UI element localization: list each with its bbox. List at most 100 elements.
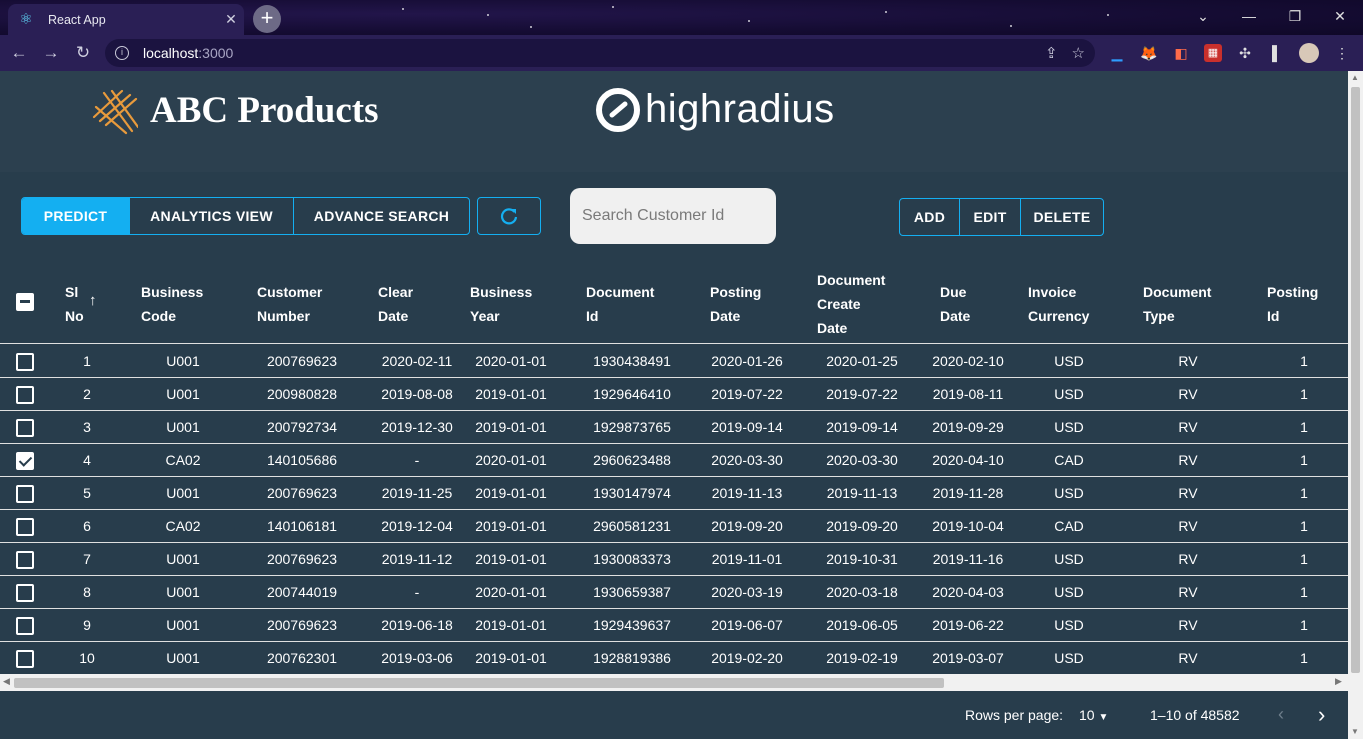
- table-row[interactable]: 6 CA02 140106181 2019-12-04 2019-01-01 296058…: [0, 510, 1348, 543]
- table-row[interactable]: 7 U001 200769623 2019-11-12 2019-01-01 193008…: [0, 543, 1348, 576]
- column-header[interactable]: Invoice Currency: [1028, 280, 1089, 328]
- row-checkbox[interactable]: [16, 617, 34, 635]
- browser-toolbar: ← → ↻ i localhost:3000 ⇪ ☆ ▁ 🦊 ◧ ▦ ✣ ▌ ⋮: [0, 35, 1363, 71]
- rows-per-page-select[interactable]: 10 ▼: [1079, 707, 1108, 723]
- search-customer-input[interactable]: [570, 188, 776, 244]
- refresh-button[interactable]: [477, 197, 541, 235]
- analytics-view-button[interactable]: ANALYTICS VIEW: [130, 198, 294, 234]
- table-cell: 2019-11-13: [711, 485, 783, 501]
- row-checkbox[interactable]: [16, 551, 34, 569]
- chevron-down-icon[interactable]: ⌄: [1180, 0, 1226, 32]
- extension-icon[interactable]: ▁: [1108, 44, 1126, 62]
- table-cell: CAD: [1054, 452, 1084, 468]
- column-header[interactable]: Document Id: [586, 280, 654, 328]
- scroll-up-icon[interactable]: ▲: [1351, 73, 1359, 82]
- row-checkbox[interactable]: [16, 452, 34, 470]
- side-panel-icon[interactable]: ▌: [1268, 44, 1286, 62]
- scroll-left-icon[interactable]: ◀: [3, 676, 10, 687]
- extension-icon[interactable]: ▦: [1204, 44, 1222, 62]
- column-header[interactable]: Posting Id: [1267, 280, 1318, 328]
- row-checkbox[interactable]: [16, 353, 34, 371]
- more-vert-icon[interactable]: ⋮: [1333, 44, 1351, 62]
- table-cell: 1: [1300, 551, 1308, 567]
- table-row[interactable]: 4 CA02 140105686 - 2020-01-01 2960623488 2020-…: [0, 444, 1348, 477]
- info-icon[interactable]: i: [115, 46, 129, 60]
- column-header[interactable]: Posting Date: [710, 280, 761, 328]
- bookmark-star-icon[interactable]: ☆: [1072, 44, 1085, 62]
- table-cell: -: [414, 452, 420, 468]
- column-header[interactable]: Document Type: [1143, 280, 1211, 328]
- close-window-icon[interactable]: ✕: [1317, 0, 1363, 32]
- table-row[interactable]: 8 U001 200744019 - 2020-01-01 1930659387 2020-…: [0, 576, 1348, 609]
- table-row[interactable]: 1 U001 200769623 2020-02-11 2020-01-01 193043…: [0, 345, 1348, 378]
- puzzle-piece-icon[interactable]: ✣: [1236, 44, 1254, 62]
- table-row[interactable]: 3 U001 200792734 2019-12-30 2019-01-01 192987…: [0, 411, 1348, 444]
- horizontal-scrollbar[interactable]: ◀ ▶: [0, 674, 1348, 691]
- table-cell: 2019-10-04: [932, 518, 1004, 534]
- table-cell: 2019-07-22: [826, 386, 898, 402]
- column-header[interactable]: Customer Number: [257, 280, 322, 328]
- share-icon[interactable]: ⇪: [1045, 44, 1058, 62]
- background-star: [402, 8, 404, 10]
- sort-arrow-up-icon[interactable]: ↑: [89, 292, 97, 309]
- row-checkbox[interactable]: [16, 419, 34, 437]
- delete-button[interactable]: DELETE: [1021, 199, 1103, 235]
- minimize-icon[interactable]: —: [1226, 0, 1272, 32]
- column-header[interactable]: Sl No: [65, 280, 84, 328]
- column-header-label: Invoice: [1028, 284, 1077, 300]
- predict-button[interactable]: PREDICT: [22, 198, 130, 234]
- column-header-label: Date: [940, 308, 971, 324]
- table-cell: -: [414, 584, 420, 600]
- table-cell: 4: [83, 452, 91, 468]
- browser-tabstrip: ⚛ React App ✕ + ⌄ — ❐ ✕: [0, 0, 1363, 35]
- table-row[interactable]: 9 U001 200769623 2019-06-18 2019-01-01 192943…: [0, 609, 1348, 642]
- scroll-down-icon[interactable]: ▼: [1351, 727, 1359, 736]
- column-header-label: Id: [586, 308, 599, 324]
- horizontal-scroll-thumb[interactable]: [14, 678, 944, 688]
- scroll-right-icon[interactable]: ▶: [1335, 676, 1342, 687]
- next-page-icon[interactable]: ›: [1318, 702, 1325, 728]
- table-row[interactable]: 2 U001 200980828 2019-08-08 2019-01-01 192964…: [0, 378, 1348, 411]
- table-cell: 2019-09-20: [826, 518, 898, 534]
- table-row[interactable]: 10 U001 200762301 2019-03-06 2019-01-01 19288…: [0, 642, 1348, 675]
- column-header[interactable]: Business Year: [470, 280, 532, 328]
- add-button[interactable]: ADD: [900, 199, 960, 235]
- browser-tab[interactable]: ⚛ React App ✕: [8, 4, 244, 35]
- table-row[interactable]: 5 U001 200769623 2019-11-25 2019-01-01 193014…: [0, 477, 1348, 510]
- row-checkbox[interactable]: [16, 518, 34, 536]
- background-star: [530, 26, 532, 28]
- address-bar[interactable]: i localhost:3000 ⇪ ☆: [105, 39, 1095, 67]
- column-header[interactable]: Document Create Date: [817, 268, 885, 340]
- vertical-scroll-thumb[interactable]: [1351, 87, 1360, 673]
- restore-icon[interactable]: ❐: [1272, 0, 1318, 32]
- forward-arrow-icon[interactable]: →: [39, 41, 63, 65]
- column-header[interactable]: Clear Date: [378, 280, 413, 328]
- row-checkbox[interactable]: [16, 386, 34, 404]
- edit-button[interactable]: EDIT: [960, 199, 1021, 235]
- crud-button-group: ADD EDIT DELETE: [899, 198, 1104, 236]
- background-star: [885, 11, 887, 13]
- column-header-label: Code: [141, 308, 176, 324]
- row-checkbox[interactable]: [16, 485, 34, 503]
- close-icon[interactable]: ✕: [218, 11, 244, 28]
- column-header[interactable]: Business Code: [141, 280, 203, 328]
- extension-icon[interactable]: ◧: [1172, 44, 1190, 62]
- row-checkbox[interactable]: [16, 584, 34, 602]
- metamask-fox-icon[interactable]: 🦊: [1140, 44, 1158, 62]
- table-cell: 6: [83, 518, 91, 534]
- column-header-label: Year: [470, 308, 500, 324]
- advance-search-button[interactable]: ADVANCE SEARCH: [294, 198, 469, 234]
- previous-page-icon[interactable]: ‹: [1278, 704, 1284, 725]
- main-content: PREDICT ANALYTICS VIEW ADVANCE SEARCH AD…: [0, 172, 1348, 739]
- vertical-scrollbar[interactable]: ▲ ▼: [1348, 71, 1363, 739]
- column-header[interactable]: Due Date: [940, 280, 970, 328]
- select-all-checkbox[interactable]: [16, 293, 34, 311]
- brand-name: ABC Products: [150, 90, 379, 131]
- back-arrow-icon[interactable]: ←: [7, 41, 31, 65]
- reload-icon[interactable]: ↻: [71, 41, 95, 65]
- url-host: localhost: [143, 45, 199, 61]
- avatar[interactable]: [1299, 43, 1319, 63]
- column-header-label: Posting: [710, 284, 762, 300]
- row-checkbox[interactable]: [16, 650, 34, 668]
- new-tab-button[interactable]: +: [253, 5, 281, 33]
